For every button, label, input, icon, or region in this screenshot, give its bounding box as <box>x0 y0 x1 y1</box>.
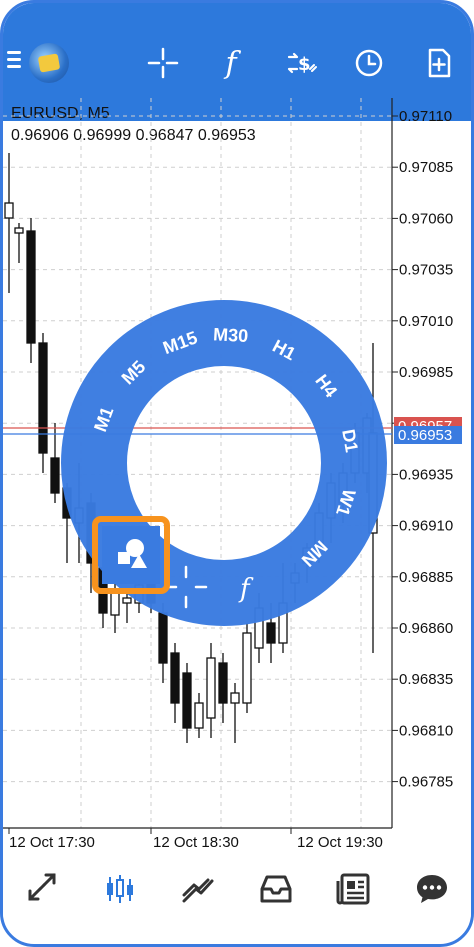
candle-body <box>26 230 36 344</box>
price-level-label: 0.97110 <box>399 108 452 125</box>
candle-body <box>4 202 14 219</box>
timeframe-option-m30[interactable]: M30 <box>213 324 249 346</box>
timeframe-option-d1[interactable]: D1 <box>338 428 362 454</box>
price-level-label: 0.96835 <box>399 671 453 688</box>
bottom-navigation <box>3 859 471 919</box>
price-level-label: 0.97035 <box>399 262 453 279</box>
price-chart[interactable]: 0.97110 0.97085 0.97060 0.97035 0.97010 0.969… <box>3 3 474 947</box>
candle-body <box>122 597 132 604</box>
candle-body <box>50 457 60 494</box>
price-level-label: 0.96935 <box>399 466 453 483</box>
candle-body <box>182 672 192 729</box>
history-icon[interactable] <box>254 867 298 911</box>
radial-timeframe-menu: M1M5M15 M30H1H4D1W1MN f <box>61 300 387 626</box>
candle-body <box>218 662 228 704</box>
candle-body <box>170 652 180 704</box>
candle-body <box>14 227 24 234</box>
price-level-label: 0.96885 <box>399 569 453 586</box>
candle-body <box>206 657 216 719</box>
candle-body <box>158 612 168 664</box>
time-axis-label: 12 Oct 17:30 <box>9 834 95 851</box>
news-icon[interactable] <box>332 867 376 911</box>
price-level-label: 0.96810 <box>399 722 453 739</box>
time-axis-label: 12 Oct 19:30 <box>297 834 383 851</box>
candle-body <box>110 592 120 616</box>
chart-icon[interactable] <box>98 867 142 911</box>
candle-body <box>266 622 276 644</box>
price-level-label: 0.96985 <box>399 364 453 381</box>
trade-icon[interactable] <box>176 867 220 911</box>
candle-body <box>194 702 204 729</box>
bid-price-label: 0.96953 <box>398 427 452 444</box>
time-axis-label: 12 Oct 18:30 <box>153 834 239 851</box>
price-level-label: 0.96860 <box>399 620 453 637</box>
price-level-label: 0.96910 <box>399 518 453 535</box>
price-level-label: 0.96785 <box>399 774 453 791</box>
chart-objects-button[interactable] <box>92 516 170 594</box>
candle-body <box>242 632 252 704</box>
quotes-icon[interactable] <box>20 867 64 911</box>
price-level-label: 0.97010 <box>399 313 453 330</box>
phone-frame: f $ EURUSD, M5 0.96906 0.96999 0.96847 0… <box>0 0 474 947</box>
chat-icon[interactable] <box>410 867 454 911</box>
price-level-label: 0.97060 <box>399 210 453 227</box>
price-level-label: 0.97085 <box>399 159 453 176</box>
candle-body <box>38 342 48 454</box>
candle-body <box>230 692 240 704</box>
